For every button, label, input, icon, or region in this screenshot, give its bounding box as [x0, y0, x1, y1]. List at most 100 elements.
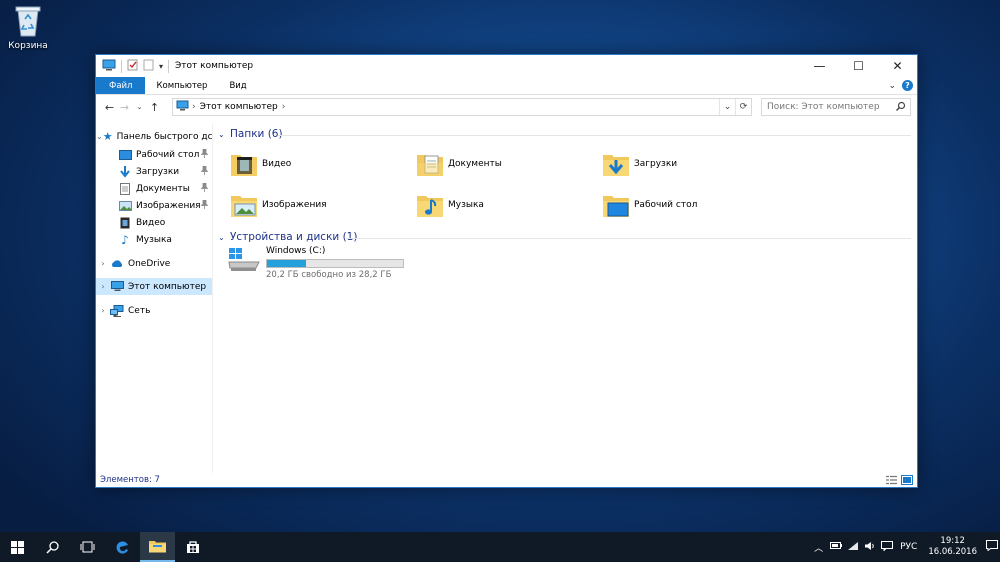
content-pane: ⌄ Папки (6) Видео Документы Загрузки Изо… — [216, 123, 917, 473]
desktop-folder-icon — [603, 196, 629, 217]
sidebar-item-documents[interactable]: Документы — [96, 180, 212, 197]
folder-item-documents[interactable]: Документы — [416, 151, 502, 177]
sidebar-item-label: Панель быстрого дс — [116, 131, 212, 142]
folder-item-desktop[interactable]: Рабочий стол — [602, 192, 697, 218]
notification-message-icon[interactable] — [878, 540, 895, 554]
store-button[interactable] — [175, 532, 210, 562]
search-icon — [46, 540, 59, 554]
breadcrumb-chevron-icon[interactable]: › — [192, 102, 196, 112]
video-icon — [118, 217, 132, 229]
star-icon: ★ — [102, 130, 113, 143]
collapse-chevron-icon[interactable]: ⌄ — [218, 130, 228, 139]
expand-chevron-icon[interactable]: ⌄ — [96, 132, 103, 141]
expand-chevron-icon[interactable]: › — [96, 306, 110, 315]
title-bar[interactable]: ▾ Этот компьютер — ☐ ✕ — [96, 55, 917, 77]
navigation-bar: ← → ⌄ ↑ › Этот компьютер › ⌄ ⟳ Поиск: Эт… — [96, 96, 917, 118]
task-view-button[interactable] — [70, 532, 105, 562]
sidebar-item-label: Рабочий стол — [136, 149, 200, 160]
edge-button[interactable] — [105, 532, 140, 562]
tab-computer[interactable]: Компьютер — [145, 77, 218, 94]
onedrive-icon — [110, 258, 124, 270]
status-bar: Элементов: 7 — [96, 473, 917, 487]
pin-icon[interactable] — [200, 165, 209, 178]
tab-view[interactable]: Вид — [218, 77, 257, 94]
folder-label: Видео — [262, 159, 292, 169]
back-icon[interactable]: ← — [102, 101, 117, 114]
battery-icon[interactable] — [827, 542, 844, 552]
action-center-icon[interactable] — [983, 540, 1000, 554]
folder-item-pictures[interactable]: Изображения — [230, 192, 327, 218]
sidebar-item-quick-access[interactable]: ⌄ ★ Панель быстрого дс — [96, 128, 212, 145]
pin-icon[interactable] — [200, 199, 209, 212]
file-explorer-button[interactable] — [140, 532, 175, 562]
quick-access-toolbar: ▾ — [96, 59, 170, 74]
folder-item-music[interactable]: Музыка — [416, 192, 484, 218]
window-title: Этот компьютер — [175, 61, 254, 71]
expand-chevron-icon[interactable]: › — [96, 259, 110, 268]
network-icon — [110, 304, 124, 317]
pin-icon[interactable] — [200, 148, 209, 161]
drive-item-c[interactable]: Windows (C:) 20,2 ГБ свободно из 28,2 ГБ — [228, 246, 404, 280]
recent-locations-icon[interactable]: ⌄ — [132, 103, 147, 111]
details-view-icon[interactable] — [886, 475, 897, 488]
sidebar-item-this-pc[interactable]: › Этот компьютер — [96, 278, 212, 295]
large-icons-view-icon[interactable] — [901, 475, 913, 488]
recycle-bin[interactable]: Корзина — [6, 4, 50, 51]
sidebar-item-desktop[interactable]: Рабочий стол — [96, 146, 212, 163]
sidebar-item-pictures[interactable]: Изображения — [96, 197, 212, 214]
task-view-icon — [80, 541, 95, 553]
show-hidden-icons-icon[interactable]: ︿ — [810, 541, 827, 554]
computer-icon — [102, 59, 116, 74]
start-button[interactable] — [0, 532, 35, 562]
up-icon[interactable]: ↑ — [147, 101, 162, 114]
help-icon[interactable]: ? — [902, 80, 913, 91]
sidebar-item-network[interactable]: › Сеть — [96, 302, 212, 319]
breadcrumb[interactable]: Этот компьютер — [200, 102, 278, 112]
forward-icon[interactable]: → — [117, 101, 132, 114]
search-input[interactable]: Поиск: Этот компьютер — [761, 98, 911, 116]
properties-icon[interactable] — [127, 59, 138, 74]
devices-group-header[interactable]: ⌄ Устройства и диски (1) — [218, 231, 357, 243]
minimize-button[interactable]: — — [800, 55, 839, 77]
maximize-button[interactable]: ☐ — [839, 55, 878, 77]
refresh-icon[interactable]: ⟳ — [735, 99, 751, 115]
folder-label: Документы — [448, 159, 502, 169]
taskbar: ︿ РУС 19:12 16.06.2016 — [0, 532, 1000, 562]
collapse-chevron-icon[interactable]: ⌄ — [218, 233, 228, 242]
group-title: Папки (6) — [230, 128, 283, 140]
folder-item-video[interactable]: Видео — [230, 151, 291, 177]
sidebar-item-onedrive[interactable]: › OneDrive — [96, 255, 212, 272]
folder-label: Изображения — [262, 200, 327, 210]
sidebar-item-music[interactable]: ♪ Музыка — [96, 231, 212, 248]
close-button[interactable]: ✕ — [878, 55, 917, 77]
volume-icon[interactable] — [861, 541, 878, 554]
tab-file[interactable]: Файл — [96, 77, 146, 94]
address-bar[interactable]: › Этот компьютер › ⌄ ⟳ — [172, 98, 752, 116]
pin-icon[interactable] — [200, 182, 209, 195]
expand-chevron-icon[interactable]: › — [96, 282, 110, 291]
drive-usage-bar — [266, 259, 404, 268]
sidebar-item-video[interactable]: Видео — [96, 214, 212, 231]
folders-group-header[interactable]: ⌄ Папки (6) — [218, 128, 283, 140]
address-dropdown-icon[interactable]: ⌄ — [719, 99, 735, 115]
qat-dropdown-icon[interactable]: ▾ — [159, 62, 163, 71]
sidebar-item-downloads[interactable]: Загрузки — [96, 163, 212, 180]
explorer-window: ▾ Этот компьютер — ☐ ✕ Файл Компьютер Ви… — [95, 54, 918, 488]
recycle-bin-label: Корзина — [8, 41, 48, 51]
clock[interactable]: 19:12 16.06.2016 — [922, 536, 983, 558]
new-folder-icon[interactable] — [143, 59, 154, 74]
input-language[interactable]: РУС — [895, 542, 922, 552]
search-button[interactable] — [35, 532, 70, 562]
qat-separator-2 — [168, 59, 170, 73]
expand-ribbon-icon[interactable]: ⌄ — [888, 81, 896, 91]
folder-item-downloads[interactable]: Загрузки — [602, 151, 677, 177]
downloads-icon — [118, 165, 132, 178]
windows-drive-icon — [228, 248, 260, 271]
downloads-folder-icon — [603, 155, 629, 176]
search-placeholder: Поиск: Этот компьютер — [767, 102, 880, 112]
group-title: Устройства и диски (1) — [230, 231, 358, 243]
breadcrumb-chevron-icon[interactable]: › — [282, 102, 286, 112]
store-icon — [186, 541, 199, 553]
network-status-icon[interactable] — [844, 541, 861, 554]
sidebar-item-label: Музыка — [136, 234, 172, 245]
